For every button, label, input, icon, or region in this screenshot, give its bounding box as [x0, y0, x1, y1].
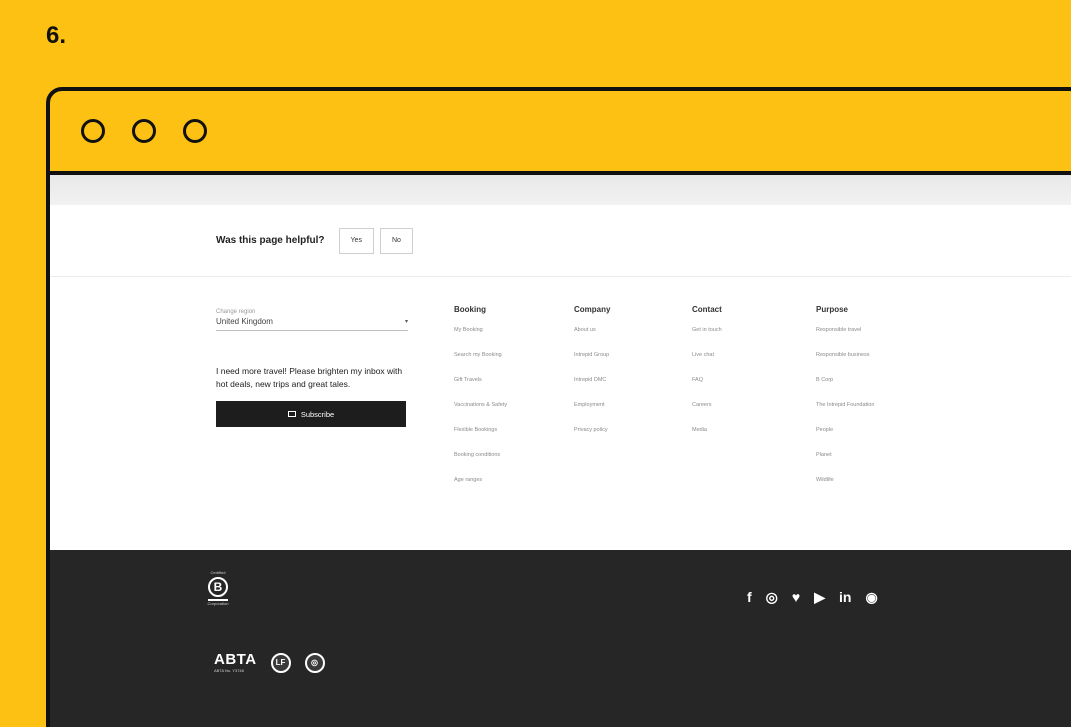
abta-subtext: ABTA No. Y3748 — [214, 668, 244, 673]
footer-link[interactable]: The Intrepid Foundation — [816, 401, 874, 426]
footer-link[interactable]: Intrepid Group — [574, 351, 610, 376]
footer-link[interactable]: B Corp — [816, 376, 874, 401]
bcorp-b-icon: B — [208, 577, 228, 597]
footer-link[interactable]: About us — [574, 326, 610, 351]
feedback-no-button[interactable]: No — [379, 227, 413, 254]
accreditation-badges: ABTA ABTA No. Y3748 LF ◎ — [214, 652, 325, 673]
footer-link[interactable]: Employment — [574, 401, 610, 426]
country-value: United Kingdom — [216, 317, 273, 326]
footer-link[interactable]: Responsible business — [816, 351, 874, 376]
youtube-icon[interactable]: ▶ — [814, 590, 825, 604]
chevron-down-icon: ▾ — [404, 319, 408, 325]
footer-link[interactable]: Gift Travels — [454, 376, 507, 401]
country-select[interactable]: United Kingdom ▾ — [216, 315, 408, 331]
facebook-icon[interactable]: f — [747, 590, 752, 604]
accreditation-badge-icon: LF — [270, 652, 291, 673]
footer-link[interactable]: Responsible travel — [816, 326, 874, 351]
booking-column: Booking My Booking Search my Booking Gif… — [454, 305, 507, 501]
purpose-column: Purpose Responsible travel Responsible b… — [816, 305, 874, 501]
footer-link[interactable]: Careers — [692, 401, 722, 426]
footer-link[interactable]: Live chat — [692, 351, 722, 376]
abta-logo-text: ABTA — [214, 651, 257, 668]
top-band — [50, 175, 1071, 205]
twitter-icon[interactable]: ♥ — [792, 590, 800, 604]
footer-link[interactable]: Booking conditions — [454, 451, 507, 476]
bcorp-logo: Certified B Corporation — [207, 570, 229, 607]
window-titlebar — [50, 91, 1071, 175]
feedback-yes-button[interactable]: Yes — [338, 227, 374, 254]
footer-link[interactable]: Planet — [816, 451, 874, 476]
footer-link[interactable]: Media — [692, 426, 722, 451]
window-dot-icon — [183, 119, 207, 143]
browser-window: Was this page helpful? Yes No Change reg… — [46, 87, 1071, 727]
subscribe-button[interactable]: Subscribe — [216, 401, 406, 427]
footer-link[interactable]: Vaccinations & Safety — [454, 401, 507, 426]
footer-link[interactable]: Search my Booking — [454, 351, 507, 376]
footer-links-area: Change region United Kingdom ▾ I need mo… — [50, 277, 1071, 549]
step-number: 6. — [46, 22, 67, 49]
subscribe-label: Subscribe — [300, 409, 335, 419]
column-title: Purpose — [816, 305, 849, 314]
window-dot-icon — [81, 119, 105, 143]
accreditation-badge-icon: ◎ — [304, 652, 325, 673]
bcorp-top-text: Certified — [210, 570, 226, 575]
column-title: Contact — [692, 305, 722, 314]
feedback-question: Was this page helpful? — [216, 235, 325, 246]
dark-footer: Certified B Corporation ABTA ABTA No. Y3… — [50, 550, 1071, 727]
instagram-icon[interactable]: ◎ — [766, 590, 778, 604]
newsletter-column: Change region United Kingdom ▾ I need mo… — [216, 309, 408, 427]
newsletter-promo: I need more travel! Please brighten my i… — [216, 366, 403, 389]
company-column: Company About us Intrepid Group Intrepid… — [574, 305, 610, 451]
column-title: Company — [574, 305, 611, 314]
feedback-bar: Was this page helpful? Yes No — [50, 205, 1071, 277]
footer-link[interactable]: Age ranges — [454, 476, 507, 501]
page-viewport: Was this page helpful? Yes No Change reg… — [50, 175, 1071, 727]
footer-link[interactable]: Flexible Bookings — [454, 426, 507, 451]
footer-link[interactable]: Intrepid DMC — [574, 376, 610, 401]
footer-link[interactable]: My Booking — [454, 326, 507, 351]
footer-link[interactable]: Privacy policy — [574, 426, 610, 451]
window-dot-icon — [132, 119, 156, 143]
contact-column: Contact Get in touch Live chat FAQ Caree… — [692, 305, 722, 451]
footer-link[interactable]: People — [816, 426, 874, 451]
mail-icon — [287, 411, 296, 417]
footer-link[interactable]: Wildlife — [816, 476, 874, 501]
footer-link[interactable]: FAQ — [692, 376, 722, 401]
footer-link[interactable]: Get in touch — [692, 326, 722, 351]
social-links: f ◎ ♥ ▶ in ◉ — [747, 590, 878, 604]
bcorp-bottom-text: Corporation — [207, 601, 229, 606]
linkedin-icon[interactable]: in — [839, 590, 851, 604]
messenger-icon[interactable]: ◉ — [865, 590, 877, 604]
abta-logo: ABTA ABTA No. Y3748 — [214, 652, 257, 673]
column-title: Booking — [454, 305, 486, 314]
